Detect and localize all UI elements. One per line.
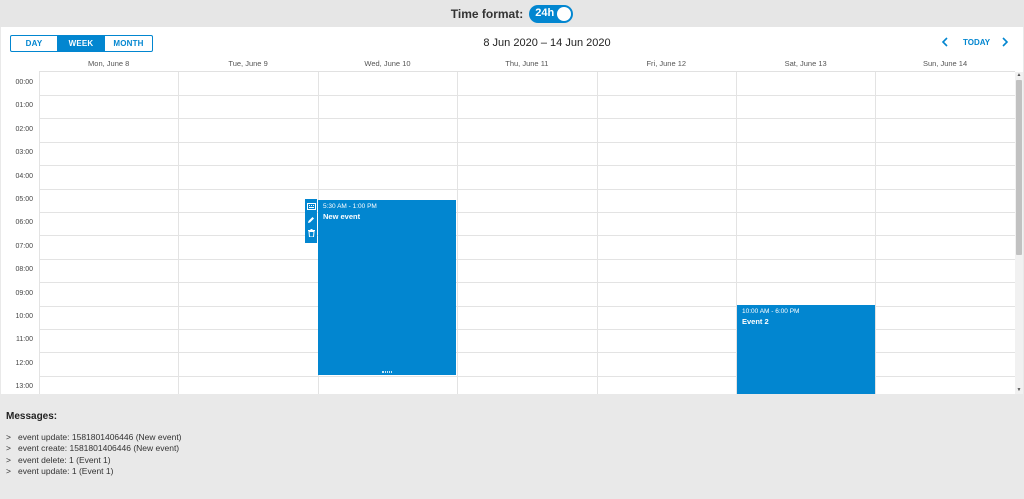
day-header-mon: Mon, June 8 bbox=[88, 59, 130, 68]
time-format-value: 24h bbox=[535, 6, 555, 19]
hour-label: 01:00 bbox=[15, 102, 33, 110]
hour-label: 08:00 bbox=[15, 266, 33, 274]
day-header-sat: Sat, June 13 bbox=[784, 59, 827, 68]
hour-gridline bbox=[39, 95, 1015, 96]
day-header-thu: Thu, June 11 bbox=[505, 59, 549, 68]
resize-handle[interactable] bbox=[382, 371, 392, 373]
chevron-right-icon[interactable] bbox=[999, 36, 1011, 50]
time-format-label: Time format: bbox=[450, 6, 524, 21]
day-header-sun: Sun, June 14 bbox=[922, 59, 968, 68]
hour-label: 03:00 bbox=[15, 149, 33, 157]
hour-label: 07:00 bbox=[15, 242, 33, 250]
hour-label: 00:00 bbox=[15, 79, 33, 86]
message-item: > event delete: 1 (Event 1) bbox=[6, 455, 182, 466]
hour-gridline bbox=[39, 282, 1015, 284]
hour-gridline bbox=[39, 212, 1015, 213]
event-title: Event 2 bbox=[742, 317, 769, 326]
time-format-bar: Time format: 24h bbox=[0, 0, 1024, 27]
day-header-fri: Fri, June 12 bbox=[646, 59, 687, 68]
hour-label: 10:00 bbox=[15, 313, 33, 320]
time-grid[interactable]: 00:00 01:00 02:00 03:00 04:00 05:00 06:00 07:00… bbox=[1, 72, 1015, 394]
day-header-row: Mon, June 8 Tue, June 9 Wed, June 10 Thu… bbox=[39, 59, 1015, 72]
scroll-thumb[interactable] bbox=[1016, 80, 1022, 255]
day-gridline bbox=[457, 72, 459, 394]
event-time: 10:00 AM - 6:00 PM bbox=[742, 308, 800, 315]
event-event-2[interactable]: 10:00 AM - 6:00 PM Event 2 bbox=[737, 305, 875, 394]
toggle-knob bbox=[557, 6, 572, 21]
pencil-icon[interactable] bbox=[306, 214, 316, 225]
message-text: event delete: 1 (Event 1) bbox=[18, 454, 111, 465]
day-gridline bbox=[178, 72, 180, 394]
scroll-up-arrow-icon[interactable]: ▲ bbox=[1015, 72, 1023, 79]
message-item: > event update: 1581801406446 (New event) bbox=[6, 432, 182, 443]
scroll-down-arrow-icon[interactable]: ▼ bbox=[1015, 387, 1023, 394]
hour-label: 12:00 bbox=[15, 359, 33, 367]
day-header-tue: Tue, June 9 bbox=[228, 59, 268, 68]
event-title: New event bbox=[323, 212, 361, 221]
message-arrow-icon: > bbox=[6, 443, 11, 454]
chevron-left-icon[interactable] bbox=[939, 36, 951, 50]
message-text: event create: 1581801406446 (New event) bbox=[18, 443, 180, 454]
messages-list: > event update: 1581801406446 (New event)… bbox=[6, 432, 182, 477]
day-gridline bbox=[39, 72, 40, 394]
hour-gridline bbox=[39, 141, 1015, 143]
time-column: 00:00 01:00 02:00 03:00 04:00 05:00 06:00 07:00… bbox=[1, 72, 39, 394]
hour-gridline bbox=[39, 188, 1015, 190]
calendar: DAY WEEK MONTH 8 Jun 2020 – 14 Jun 2020 … bbox=[1, 27, 1023, 394]
hour-label: 05:00 bbox=[15, 196, 33, 203]
today-button[interactable]: TODAY bbox=[963, 38, 990, 47]
event-new-event[interactable]: 5:30 AM - 1:00 PM New event bbox=[318, 200, 456, 375]
hour-label: 02:00 bbox=[15, 125, 33, 133]
message-arrow-icon: > bbox=[6, 465, 11, 476]
calendar-toolbar: DAY WEEK MONTH 8 Jun 2020 – 14 Jun 2020 … bbox=[1, 27, 1023, 59]
message-text: event update: 1581801406446 (New event) bbox=[18, 432, 182, 442]
hour-gridline bbox=[39, 235, 1015, 237]
event-toolbar bbox=[305, 199, 317, 243]
message-arrow-icon: > bbox=[6, 454, 11, 465]
hour-label: 06:00 bbox=[15, 219, 33, 227]
message-text: event update: 1 (Event 1) bbox=[18, 465, 114, 476]
messages-panel: Messages: > event update: 1581801406446 (… bbox=[0, 394, 1024, 499]
message-arrow-icon: > bbox=[6, 432, 11, 442]
hour-label: 13:00 bbox=[15, 383, 33, 391]
message-item: > event update: 1 (Event 1) bbox=[6, 466, 182, 477]
time-format-toggle[interactable]: 24h bbox=[529, 4, 574, 23]
hour-gridline bbox=[39, 165, 1015, 167]
trash-icon[interactable] bbox=[306, 227, 316, 238]
messages-title: Messages: bbox=[6, 411, 58, 422]
day-header-wed: Wed, June 10 bbox=[364, 59, 411, 68]
hour-label: 04:00 bbox=[15, 172, 33, 180]
message-item: > event create: 1581801406446 (New event) bbox=[6, 443, 182, 454]
event-time: 5:30 AM - 1:00 PM bbox=[323, 203, 377, 210]
hour-label: 11:00 bbox=[16, 336, 33, 344]
keyboard-icon[interactable] bbox=[306, 201, 316, 212]
hour-gridline bbox=[39, 258, 1015, 260]
hour-label: 09:00 bbox=[15, 289, 33, 297]
date-range-title: 8 Jun 2020 – 14 Jun 2020 bbox=[483, 37, 611, 49]
hour-gridline bbox=[39, 118, 1015, 120]
day-gridline bbox=[596, 72, 598, 394]
day-gridline bbox=[875, 72, 877, 394]
vertical-scrollbar[interactable]: ▲ ▼ bbox=[1015, 72, 1023, 394]
